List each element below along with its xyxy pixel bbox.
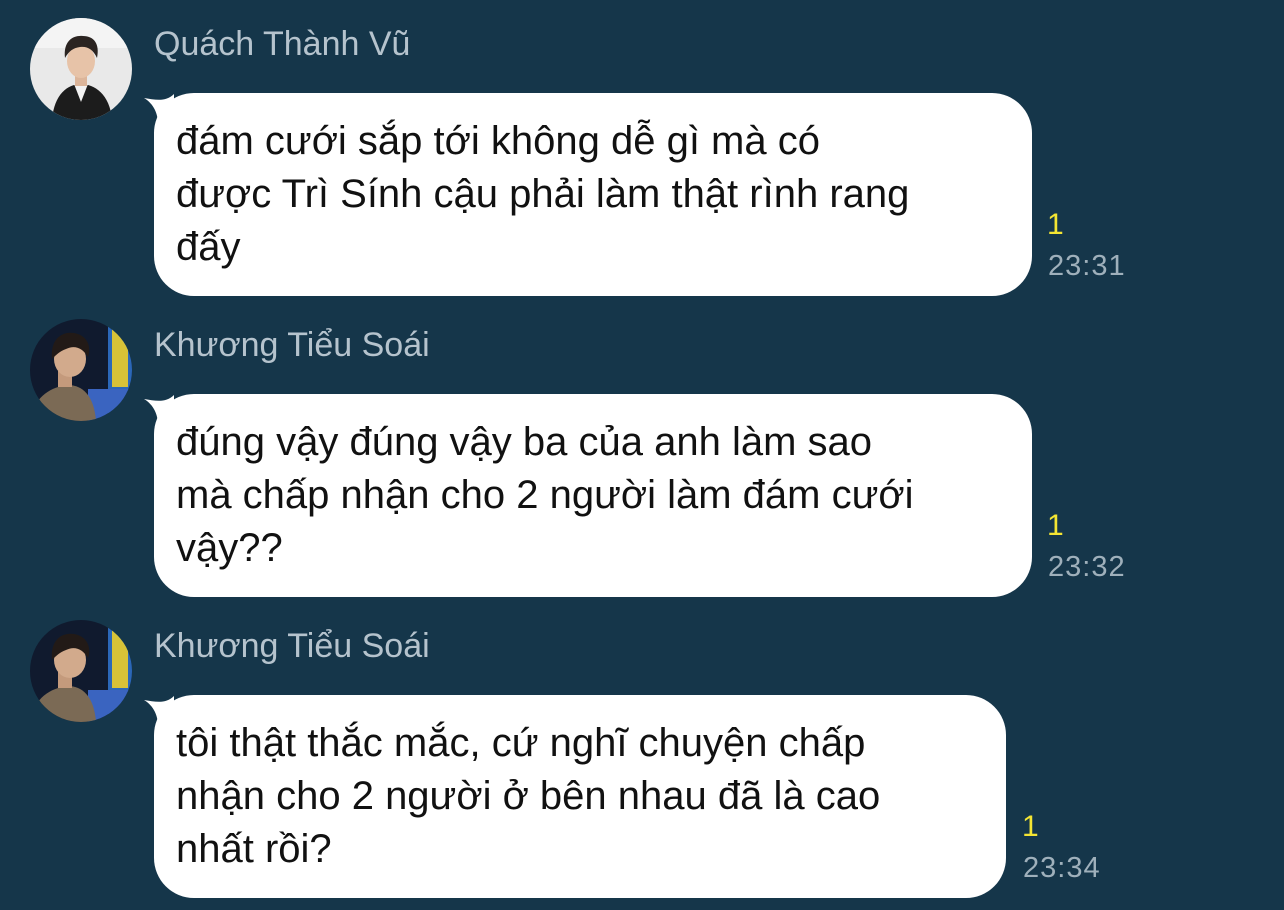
avatar[interactable] (30, 620, 132, 722)
sender-name: Quách Thành Vũ (154, 25, 411, 63)
message-text-line: nhất rồi? (176, 827, 332, 871)
message-text-line: đấy (176, 225, 241, 269)
avatar[interactable] (30, 18, 132, 120)
sender-name: Khương Tiểu Soái (154, 326, 430, 364)
message-bubble[interactable]: đám cưới sắp tới không dễ gì mà có được … (154, 93, 1032, 296)
message-text-line: mà chấp nhận cho 2 người làm đám cưới (176, 473, 914, 517)
message-timestamp: 23:32 (1048, 551, 1126, 583)
message-text-line: tôi thật thắc mắc, cứ nghĩ chuyện chấp (176, 721, 866, 765)
message-text-line: vậy?? (176, 526, 283, 570)
sender-name: Khương Tiểu Soái (154, 627, 430, 665)
unread-count: 1 (1047, 208, 1064, 241)
message-text-line: đám cưới sắp tới không dễ gì mà có (176, 119, 820, 163)
avatar[interactable] (30, 319, 132, 421)
unread-count: 1 (1022, 810, 1039, 843)
chat-message: Khương Tiểu Soái tôi thật thắc mắc, cứ n… (0, 620, 1284, 910)
message-timestamp: 23:31 (1048, 250, 1126, 282)
chat-message: Quách Thành Vũ đám cưới sắp tới không dễ… (0, 18, 1284, 308)
message-bubble[interactable]: đúng vậy đúng vậy ba của anh làm sao mà … (154, 394, 1032, 597)
profile-photo-icon (30, 319, 132, 421)
unread-count: 1 (1047, 509, 1064, 542)
chat-message: Khương Tiểu Soái đúng vậy đúng vậy ba củ… (0, 319, 1284, 609)
profile-photo-icon (30, 18, 132, 120)
message-text-line: được Trì Sính cậu phải làm thật rình ran… (176, 172, 910, 216)
profile-photo-icon (30, 620, 132, 722)
message-text-line: đúng vậy đúng vậy ba của anh làm sao (176, 420, 873, 464)
message-timestamp: 23:34 (1023, 852, 1101, 884)
message-text-line: nhận cho 2 người ở bên nhau đã là cao (176, 774, 881, 818)
message-bubble[interactable]: tôi thật thắc mắc, cứ nghĩ chuyện chấp n… (154, 695, 1006, 898)
